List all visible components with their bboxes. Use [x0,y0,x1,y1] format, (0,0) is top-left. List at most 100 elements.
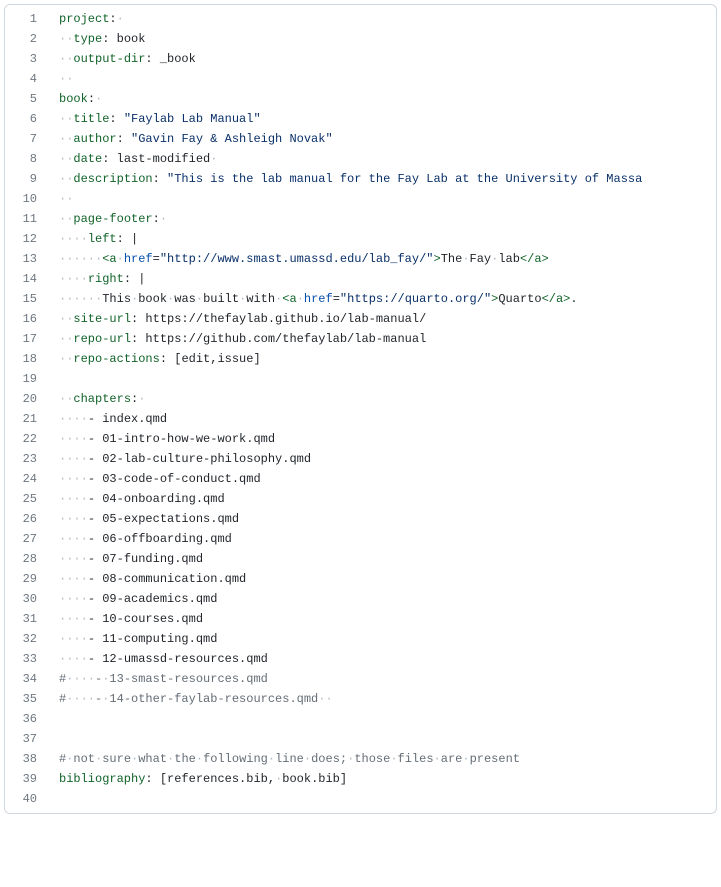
code-row: 2··type: book [5,29,716,49]
line-number[interactable]: 33 [5,649,49,669]
code-row: 11··page-footer:· [5,209,716,229]
line-number[interactable]: 16 [5,309,49,329]
line-number[interactable]: 34 [5,669,49,689]
line-content[interactable]: ····- 04-onboarding.qmd [49,489,716,509]
line-number[interactable]: 9 [5,169,49,189]
line-number[interactable]: 3 [5,49,49,69]
line-content[interactable]: ····- 11-computing.qmd [49,629,716,649]
line-content[interactable]: ··type: book [49,29,716,49]
code-row: 32····- 11-computing.qmd [5,629,716,649]
line-number[interactable]: 22 [5,429,49,449]
code-row: 40 [5,789,716,813]
code-row: 36 [5,709,716,729]
line-number[interactable]: 32 [5,629,49,649]
line-number[interactable]: 13 [5,249,49,269]
line-number[interactable]: 35 [5,689,49,709]
line-content[interactable] [49,709,716,729]
line-content[interactable]: ··site-url: https://thefaylab.github.io/… [49,309,716,329]
code-row: 9··description: "This is the lab manual … [5,169,716,189]
line-number[interactable]: 11 [5,209,49,229]
line-number[interactable]: 23 [5,449,49,469]
line-content[interactable]: ··date: last-modified· [49,149,716,169]
line-content[interactable]: project:· [49,5,716,29]
line-number[interactable]: 21 [5,409,49,429]
line-content[interactable]: ····- 07-funding.qmd [49,549,716,569]
line-content[interactable]: bibliography: [references.bib,·book.bib] [49,769,716,789]
line-content[interactable]: ····- 10-courses.qmd [49,609,716,629]
line-content[interactable]: #····-·14-other-faylab-resources.qmd·· [49,689,716,709]
line-content[interactable]: ····- 08-communication.qmd [49,569,716,589]
line-number[interactable]: 8 [5,149,49,169]
token: | [138,272,145,286]
token: references.bib [167,772,268,786]
line-content[interactable]: ····- 12-umassd-resources.qmd [49,649,716,669]
line-number[interactable]: 26 [5,509,49,529]
line-number[interactable]: 37 [5,729,49,749]
line-content[interactable]: #·not·sure·what·the·following·line·does;… [49,749,716,769]
token: ···· [59,532,88,546]
line-number[interactable]: 20 [5,389,49,409]
line-content[interactable]: ····- 06-offboarding.qmd [49,529,716,549]
line-number[interactable]: 4 [5,69,49,89]
token: date [73,152,102,166]
line-content[interactable] [49,369,716,389]
line-content[interactable]: ····left: | [49,229,716,249]
line-number[interactable]: 14 [5,269,49,289]
line-content[interactable]: ·· [49,69,716,89]
line-content[interactable]: #····-·13-smast-resources.qmd [49,669,716,689]
token: : [153,172,167,186]
line-number[interactable]: 7 [5,129,49,149]
line-content[interactable]: ····- 01-intro-how-we-work.qmd [49,429,716,449]
line-number[interactable]: 10 [5,189,49,209]
line-content[interactable] [49,789,716,813]
line-content[interactable]: ····- 09-academics.qmd [49,589,716,609]
line-content[interactable]: ·· [49,189,716,209]
line-number[interactable]: 19 [5,369,49,389]
line-number[interactable]: 29 [5,569,49,589]
line-number[interactable]: 39 [5,769,49,789]
line-number[interactable]: 15 [5,289,49,309]
line-number[interactable]: 40 [5,789,49,813]
line-content[interactable]: ····right: | [49,269,716,289]
line-number[interactable]: 24 [5,469,49,489]
line-number[interactable]: 6 [5,109,49,129]
token: href [304,292,333,306]
line-content[interactable]: ··repo-actions: [edit,issue] [49,349,716,369]
line-content[interactable]: ····- 05-expectations.qmd [49,509,716,529]
line-content[interactable]: ······<a·href="http://www.smast.umassd.e… [49,249,716,269]
line-number[interactable]: 12 [5,229,49,249]
line-content[interactable]: ··chapters:· [49,389,716,409]
line-content[interactable]: ··title: "Faylab Lab Manual" [49,109,716,129]
line-content[interactable]: ····- index.qmd [49,409,716,429]
code-row: 13······<a·href="http://www.smast.umassd… [5,249,716,269]
token: · [160,212,167,226]
token: "Gavin Fay & Ashleigh Novak" [131,132,333,146]
token: Fay [470,252,492,266]
line-content[interactable]: ····- 02-lab-culture-philosophy.qmd [49,449,716,469]
line-number[interactable]: 17 [5,329,49,349]
line-content[interactable]: ··page-footer:· [49,209,716,229]
line-number[interactable]: 2 [5,29,49,49]
line-number[interactable]: 38 [5,749,49,769]
line-number[interactable]: 25 [5,489,49,509]
line-content[interactable]: ······This·book·was·built·with·<a·href="… [49,289,716,309]
line-content[interactable]: ··author: "Gavin Fay & Ashleigh Novak" [49,129,716,149]
line-content[interactable]: book:· [49,89,716,109]
line-number[interactable]: 28 [5,549,49,569]
line-content[interactable]: ··output-dir: _book [49,49,716,69]
line-number[interactable]: 5 [5,89,49,109]
line-number[interactable]: 31 [5,609,49,629]
line-content[interactable]: ····- 03-code-of-conduct.qmd [49,469,716,489]
line-number[interactable]: 27 [5,529,49,549]
line-number[interactable]: 18 [5,349,49,369]
line-content[interactable] [49,729,716,749]
line-number[interactable]: 30 [5,589,49,609]
token: ·· [59,172,73,186]
line-number[interactable]: 36 [5,709,49,729]
token: 05-expectations.qmd [102,512,239,526]
code-row: 26····- 05-expectations.qmd [5,509,716,529]
line-number[interactable]: 1 [5,5,49,29]
token: ···· [59,572,88,586]
line-content[interactable]: ··repo-url: https://github.com/thefaylab… [49,329,716,349]
line-content[interactable]: ··description: "This is the lab manual f… [49,169,716,189]
